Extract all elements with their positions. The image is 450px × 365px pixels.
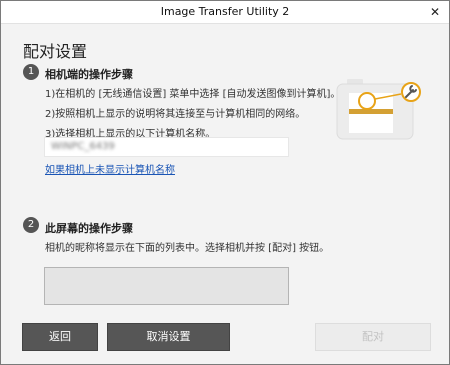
step-1-badge: 1: [23, 64, 39, 80]
computer-name-field: WINPC_6439: [44, 137, 289, 157]
step-2-title: 此屏幕的操作步骤: [45, 222, 133, 235]
camera-list[interactable]: [44, 267, 289, 305]
page-title: 配对设置: [23, 42, 88, 61]
title-bar: Image Transfer Utility 2 ✕: [1, 1, 449, 24]
back-button[interactable]: 返回: [22, 323, 98, 351]
close-icon[interactable]: ✕: [427, 4, 443, 20]
window-title: Image Transfer Utility 2: [160, 5, 290, 18]
camera-illustration-icon: [336, 79, 421, 140]
app-window: Image Transfer Utility 2 ✕ 配对设置 1 相机端的操作…: [0, 0, 450, 365]
step-1-instruction-1: 1)在相机的 [无线通信设置] 菜单中选择 [自动发送图像到计算机]。: [45, 89, 341, 100]
cancel-setup-button[interactable]: 取消设置: [107, 323, 230, 351]
step-1-instruction-2: 2)按照相机上显示的说明将其连接至与计算机相同的网络。: [45, 109, 306, 120]
step-2-badge: 2: [23, 217, 39, 233]
help-link[interactable]: 如果相机上未显示计算机名称: [45, 161, 175, 176]
selected-row-highlight: [349, 109, 393, 114]
step-1-title: 相机端的操作步骤: [45, 68, 133, 81]
step-2-description: 相机的昵称将显示在下面的列表中。选择相机并按 [配对] 按钮。: [45, 243, 330, 254]
computer-name-value: WINPC_6439: [51, 141, 115, 152]
pair-button[interactable]: 配对: [315, 323, 431, 351]
